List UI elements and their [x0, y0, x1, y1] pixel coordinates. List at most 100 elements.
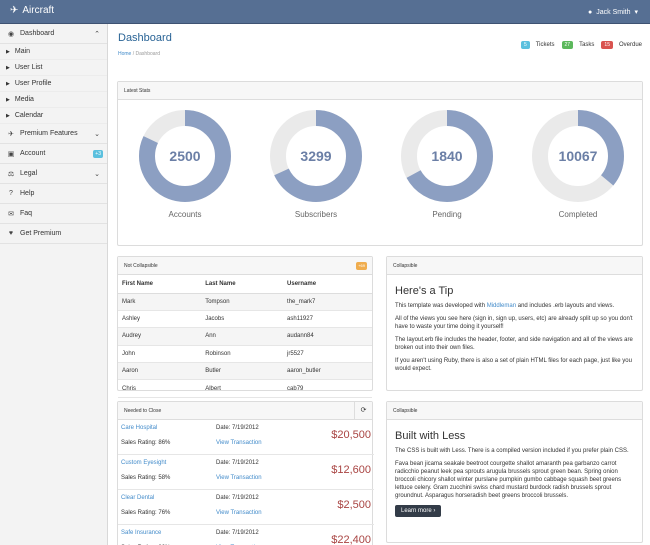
deal-row: Safe InsuranceSales Rating: 82%Date: 7/1…	[118, 525, 374, 545]
less-panel: Collapsible Built with Less The CSS is b…	[386, 401, 643, 543]
table-row: Aaron Butler aaron_butler	[118, 362, 372, 381]
stat-donut: 3299 Subscribers	[268, 108, 364, 219]
panel-title: Latest Stats	[118, 82, 642, 100]
table-row: Mark Tompson the_mark7	[118, 293, 372, 311]
sidebar-item-label: Faq	[20, 210, 33, 217]
sidebar-subitem-user-list[interactable]: ▶ User List	[0, 60, 107, 76]
table-row: John Robinson jr5527	[118, 345, 372, 364]
sidebar-subitem-label: Calendar	[14, 112, 44, 119]
overdue-badge: 15	[601, 41, 613, 49]
stat-label: Pending	[432, 210, 462, 219]
deal-amount: $22,400	[331, 534, 371, 545]
table-header: Username	[283, 275, 372, 294]
breadcrumb: Home / Dashboard	[118, 51, 160, 57]
table-cell: Ashley	[118, 310, 202, 329]
sidebar: ◉ Dashboard ⌃ ▶ Main ▶ User List ▶ User Pro…	[0, 24, 108, 545]
user-name: Jack Smith	[596, 8, 631, 16]
donut-chart: 1840	[401, 110, 493, 202]
tickets-badge: 5	[520, 41, 530, 49]
table-cell: Albert	[201, 379, 284, 398]
deal-row: Clear Dental Sales Rating: 76% Date: 7/19/…	[118, 490, 374, 525]
question-icon: ?	[9, 190, 13, 197]
sidebar-item-dashboard[interactable]: ◉ Dashboard ⌃	[0, 24, 107, 44]
latest-stats-panel: Latest Stats 2500 Accounts 3299 Subscribers…	[117, 81, 643, 246]
deal-name[interactable]: Custom Eyesight	[121, 460, 166, 466]
table-cell: Butler	[201, 362, 284, 381]
page-title: Dashboard	[118, 32, 172, 44]
table-cell: Chris	[118, 379, 202, 398]
user-menu[interactable]: ● Jack Smith ▾	[588, 8, 638, 17]
stat-label: Completed	[558, 210, 598, 219]
refresh-icon[interactable]: ⟳	[354, 402, 372, 419]
stat-label: Accounts	[168, 210, 202, 219]
sidebar-subitem-label: Main	[14, 48, 31, 55]
less-body: Built with Less The CSS is built with Le…	[387, 420, 642, 517]
deal-name[interactable]: Clear Dental	[121, 495, 154, 501]
deal-row: Custom Eyesight Sales Rating: 58% Date: 7/…	[118, 455, 374, 490]
sidebar-subitem-main[interactable]: ▶ Main	[0, 44, 107, 60]
donut-chart: 10067	[532, 110, 624, 202]
sales-rating: Sales Rating: 58%	[121, 475, 171, 481]
overdue-label[interactable]: Overdue	[619, 42, 642, 48]
sidebar-item-get-premium[interactable]: ♥ Get Premium	[0, 224, 107, 244]
caret-right-icon: ▶	[6, 96, 10, 103]
top-navbar: ✈ Aircraft ● Jack Smith ▾	[0, 0, 650, 24]
tip-body: Here's a Tip This template was developed…	[387, 275, 642, 373]
panel-title[interactable]: Collapsible	[387, 257, 642, 275]
main-content: Dashboard Home / Dashboard 5 Tickets 27 …	[108, 24, 650, 545]
user-icon: ●	[588, 8, 593, 16]
table-header: First Name	[118, 275, 202, 294]
sidebar-subitem-user-profile[interactable]: ▶ User Profile	[0, 76, 107, 92]
caret-right-icon: ▶	[6, 80, 10, 87]
sidebar-item-label: Dashboard	[20, 30, 55, 37]
less-heading: Built with Less	[395, 430, 466, 442]
table-row: Chris Albert cab79	[118, 379, 372, 398]
breadcrumb-current: Dashboard	[135, 51, 160, 57]
stat-donut: 2500 Accounts	[137, 108, 233, 219]
deal-amount: $20,500	[331, 429, 371, 441]
table-cell: Mark	[118, 293, 202, 311]
learn-more-button[interactable]: Learn more ›	[395, 505, 442, 517]
brand[interactable]: ✈ Aircraft	[10, 5, 54, 16]
table-cell: the_mark7	[283, 293, 372, 311]
panel-title-text: Needed to Close	[124, 408, 162, 414]
deal-name[interactable]: Safe Insurance	[121, 530, 161, 536]
sidebar-item-premium[interactable]: ✈ Premium Features ⌄	[0, 124, 107, 144]
stat-value: 10067	[559, 148, 598, 164]
sidebar-item-legal[interactable]: ⚖ Legal ⌄	[0, 164, 107, 184]
middleman-link[interactable]: Middleman	[487, 303, 516, 309]
deal-name[interactable]: Care Hospital	[121, 425, 157, 431]
tip-paragraph: All of the views you see here (sign in, …	[395, 316, 633, 330]
breadcrumb-separator: /	[132, 51, 135, 57]
chevron-up-icon: ⌃	[94, 30, 100, 38]
breadcrumb-home[interactable]: Home	[118, 51, 131, 57]
table-cell: Robinson	[201, 345, 284, 364]
sidebar-item-label: Help	[20, 190, 35, 197]
sidebar-subitem-calendar[interactable]: ▶ Calendar	[0, 108, 107, 124]
tip-paragraph: This template was developed with Middlem…	[395, 302, 634, 310]
sidebar-item-faq[interactable]: ✉ Faq	[0, 204, 107, 224]
sidebar-item-help[interactable]: ? Help	[0, 184, 107, 204]
deal-amount: $2,500	[337, 499, 371, 511]
view-transaction-link[interactable]: View Transaction	[216, 440, 262, 446]
view-transaction-link[interactable]: View Transaction	[216, 475, 262, 481]
caret-right-icon: ▶	[6, 64, 10, 71]
donut-chart: 3299	[270, 110, 362, 202]
sales-rating: Sales Rating: 76%	[121, 510, 171, 516]
deal-date: Date: 7/19/2012	[216, 425, 259, 431]
tip-paragraph: The layout.erb file includes the header,…	[395, 337, 633, 351]
deal-date: Date: 7/19/2012	[216, 460, 259, 466]
view-transaction-link[interactable]: View Transaction	[216, 510, 262, 516]
stat-donut: 1840 Pending	[399, 108, 495, 219]
tasks-label[interactable]: Tasks	[579, 42, 594, 48]
sidebar-subitem-media[interactable]: ▶ Media	[0, 92, 107, 108]
legal-icon: ⚖	[7, 170, 15, 178]
brand-name: Aircraft	[22, 5, 55, 16]
panel-title[interactable]: Collapsible	[387, 402, 642, 420]
sidebar-item-account[interactable]: ▣ Account +3	[0, 144, 107, 164]
tickets-label[interactable]: Tickets	[536, 42, 555, 48]
less-paragraph: The CSS is built with Less. There is a c…	[395, 448, 629, 454]
table-cell: John	[118, 345, 202, 364]
sidebar-item-label: Premium Features	[20, 130, 78, 137]
deal-date: Date: 7/19/2012	[216, 530, 259, 536]
